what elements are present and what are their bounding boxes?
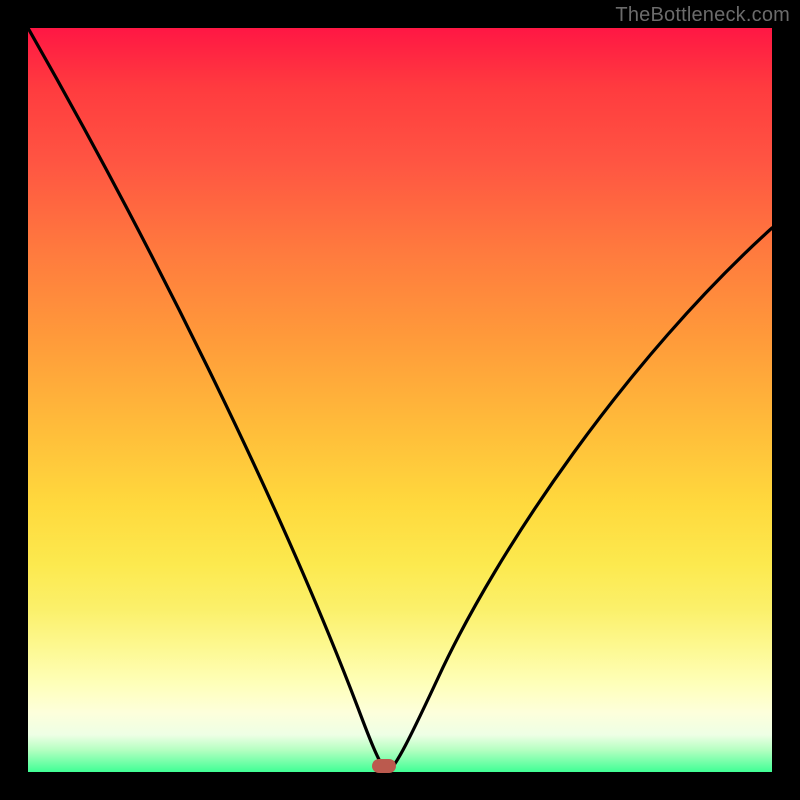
- watermark-text: TheBottleneck.com: [615, 4, 790, 27]
- curve-path: [28, 28, 772, 772]
- plot-area: [28, 28, 772, 772]
- chart-frame: TheBottleneck.com: [0, 0, 800, 800]
- bottleneck-curve: [28, 28, 772, 772]
- minimum-marker: [372, 759, 396, 773]
